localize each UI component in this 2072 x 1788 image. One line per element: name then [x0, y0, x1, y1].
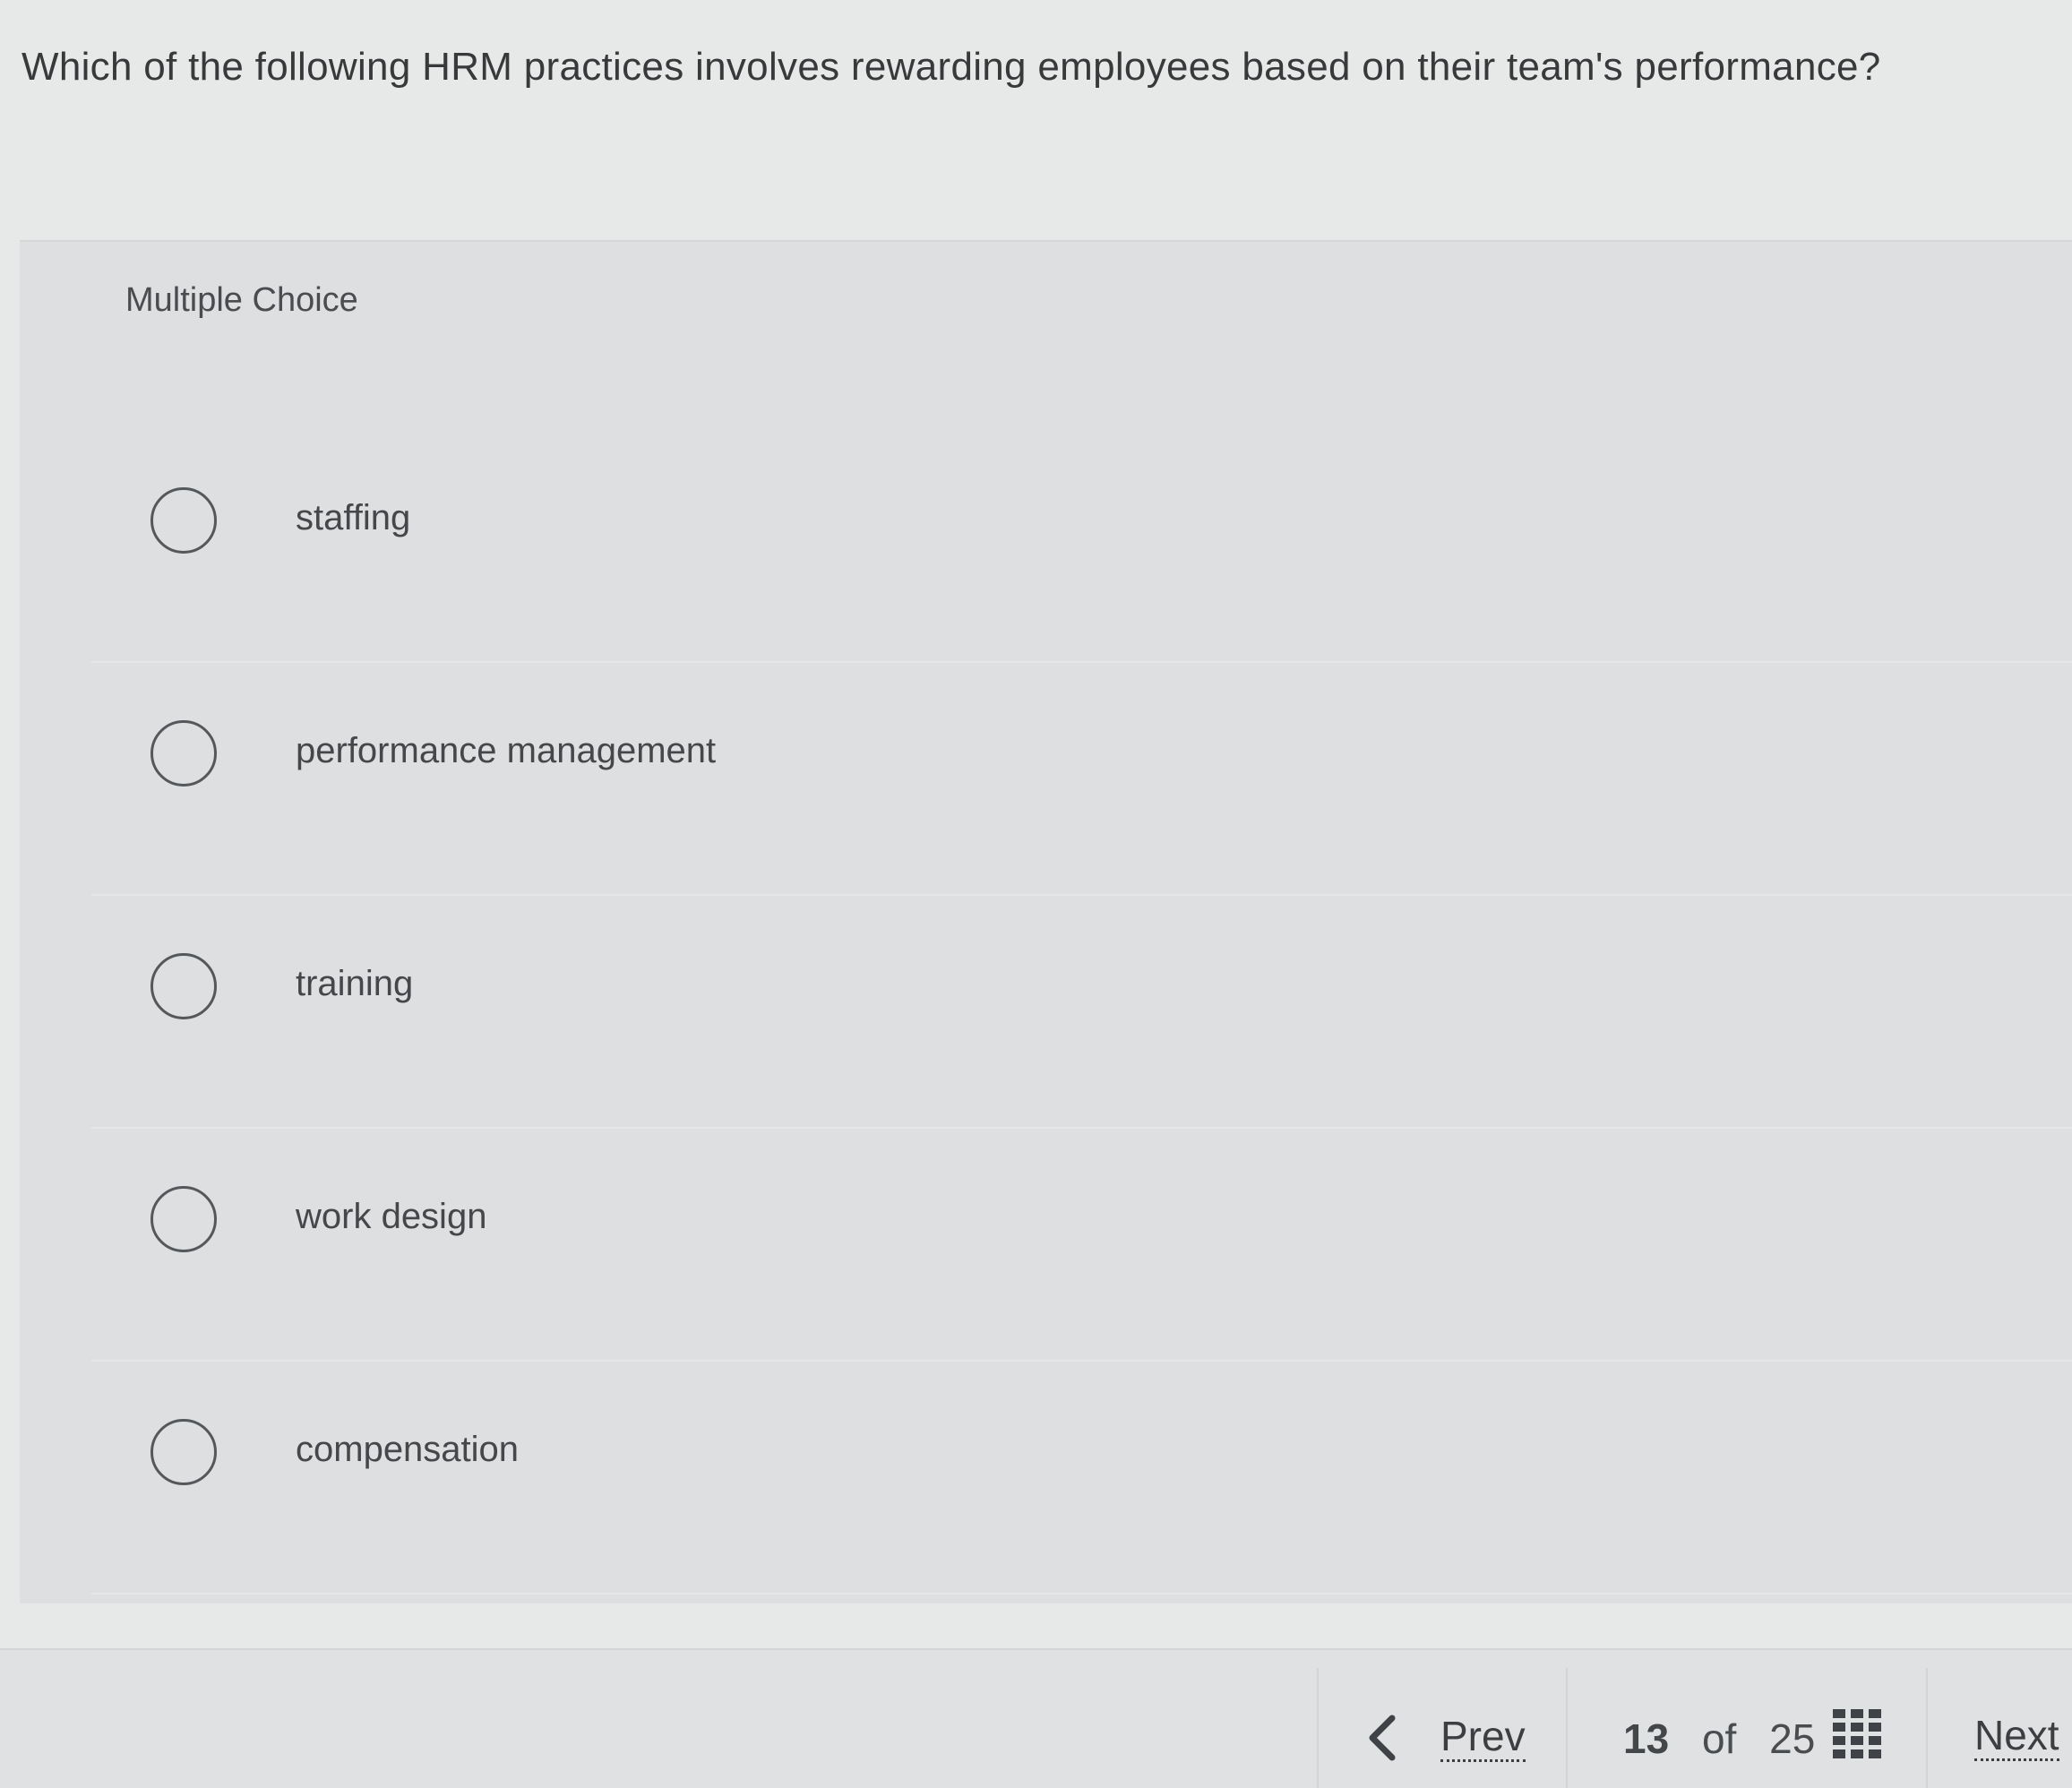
choice-list: staffing performance management training…: [91, 430, 2072, 1595]
choice-option[interactable]: work design: [91, 1129, 2072, 1362]
next-label[interactable]: Next: [1974, 1712, 2059, 1761]
answer-panel: Multiple Choice staffing performance man…: [20, 240, 2072, 1603]
next-button[interactable]: Next: [1974, 1712, 2059, 1761]
footer-divider: [1317, 1668, 1319, 1788]
radio-button[interactable]: [150, 720, 217, 787]
choice-label[interactable]: performance management: [296, 731, 716, 771]
choice-option[interactable]: performance management: [91, 663, 2072, 896]
choice-option[interactable]: training: [91, 896, 2072, 1129]
prev-label[interactable]: Prev: [1440, 1714, 1526, 1762]
of-label: of: [1701, 1715, 1737, 1762]
navigation-footer: Prev 13 of 25 Next: [0, 1648, 2072, 1788]
choice-label[interactable]: training: [296, 964, 413, 1004]
radio-button[interactable]: [150, 1186, 217, 1252]
radio-button[interactable]: [150, 487, 217, 554]
footer-divider: [1566, 1668, 1568, 1788]
page-indicator: 13 of 25: [1623, 1715, 1815, 1763]
chevron-left-icon[interactable]: [1362, 1713, 1405, 1763]
footer-divider: [1926, 1668, 1928, 1788]
question-text: Which of the following HRM practices inv…: [21, 45, 1881, 89]
radio-button[interactable]: [150, 1419, 217, 1485]
choice-option[interactable]: staffing: [91, 430, 2072, 663]
current-page: 13: [1623, 1715, 1670, 1762]
total-pages: 25: [1769, 1715, 1816, 1762]
choice-option[interactable]: compensation: [91, 1362, 2072, 1595]
radio-button[interactable]: [150, 953, 217, 1019]
grid-icon[interactable]: [1833, 1709, 1881, 1759]
choice-label[interactable]: compensation: [296, 1430, 519, 1470]
choice-label[interactable]: work design: [296, 1197, 486, 1237]
question-type-label: Multiple Choice: [125, 281, 358, 319]
choice-label[interactable]: staffing: [296, 498, 410, 538]
prev-button[interactable]: Prev: [1362, 1713, 1526, 1763]
